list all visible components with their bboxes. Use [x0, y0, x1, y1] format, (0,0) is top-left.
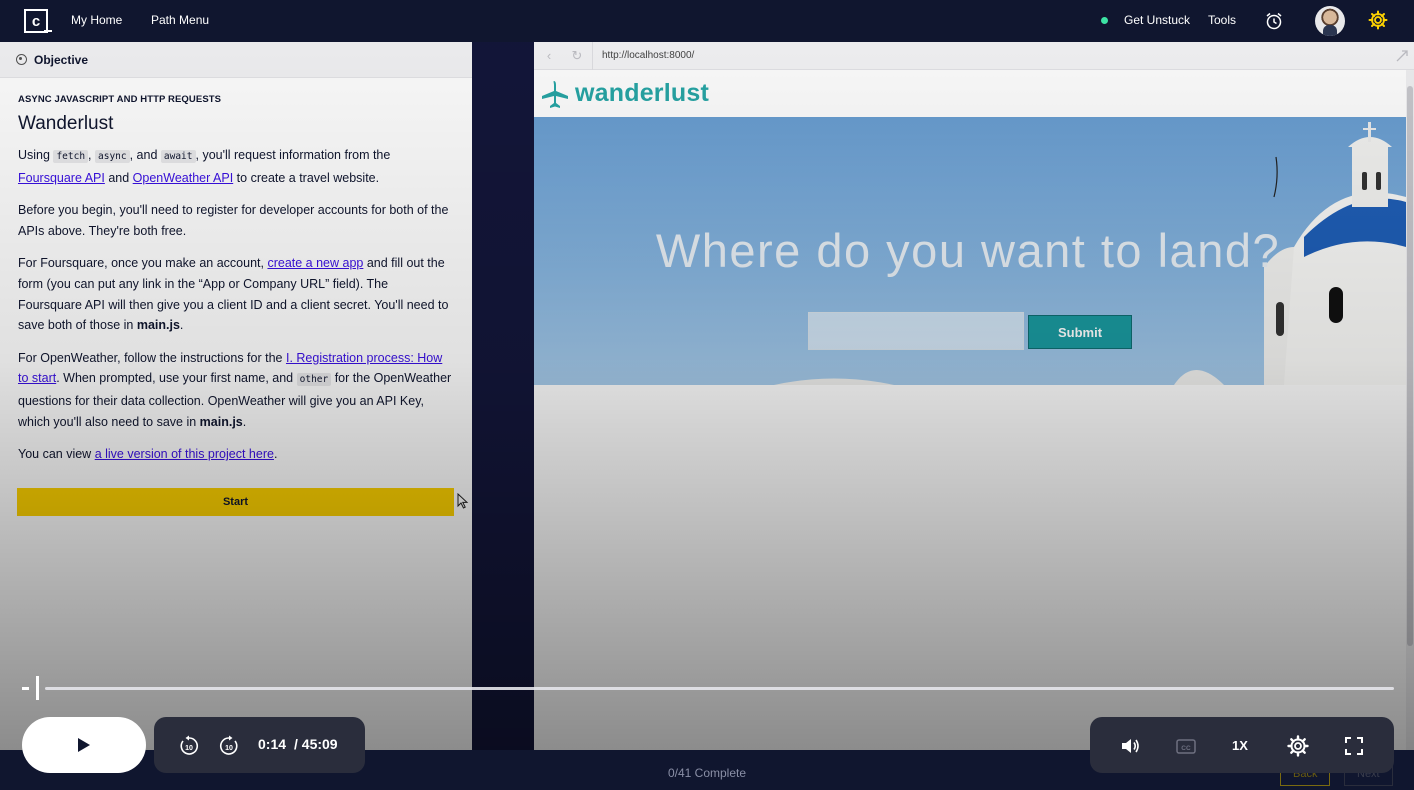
- seek-bar[interactable]: [45, 687, 1394, 690]
- back-arrow-icon[interactable]: ‹: [542, 49, 556, 63]
- mouse-cursor-icon: [457, 493, 469, 509]
- text: . When prompted, use your first name, an…: [56, 371, 297, 386]
- settings-gear-icon[interactable]: [1368, 10, 1388, 30]
- fullscreen-icon: [1345, 737, 1363, 755]
- text: to create a travel website.: [233, 170, 380, 185]
- text: , you'll request information from the: [195, 148, 391, 162]
- player-options: CC 1X: [1090, 717, 1394, 773]
- text: and: [104, 170, 133, 185]
- paragraph-live-version: You can view a live version of this proj…: [18, 444, 454, 465]
- code-fetch: fetch: [53, 150, 89, 163]
- settings-button[interactable]: [1287, 735, 1309, 757]
- nav-get-unstuck[interactable]: Get Unstuck: [1124, 13, 1190, 27]
- user-avatar[interactable]: [1315, 6, 1345, 36]
- text: .: [273, 447, 278, 462]
- nav-tools[interactable]: Tools: [1208, 13, 1236, 27]
- text: Using: [18, 148, 54, 162]
- closed-captions-icon: CC: [1176, 739, 1196, 754]
- alarm-clock-icon[interactable]: [1264, 11, 1284, 31]
- paragraph-openweather: For OpenWeather, follow the instructions…: [18, 348, 454, 432]
- playback-controls: 10 10 0:14 / 45:09: [154, 717, 365, 773]
- play-icon: [78, 738, 90, 752]
- captions-button[interactable]: CC: [1175, 735, 1197, 757]
- text: ,: [88, 148, 95, 162]
- paragraph-register: Before you begin, you'll need to registe…: [18, 203, 449, 238]
- rewind-10-button[interactable]: 10: [178, 735, 200, 757]
- seek-played: [22, 687, 29, 690]
- brand-wordmark: wanderlust: [575, 79, 709, 107]
- objective-content: ASYNC JAVASCRIPT AND HTTP REQUESTS Wande…: [0, 78, 472, 465]
- browser-toolbar: ‹ ↻ http://localhost:8000/: [534, 42, 1414, 70]
- text: You can view: [18, 447, 95, 462]
- browser-scrollbar[interactable]: [1406, 70, 1414, 750]
- code-other: other: [296, 373, 332, 387]
- status-dot-icon: [1101, 17, 1108, 24]
- svg-text:CC: CC: [1181, 745, 1191, 752]
- gear-icon: [1287, 735, 1309, 757]
- total-duration: / 45:09: [294, 736, 338, 752]
- seek-handle[interactable]: [36, 676, 39, 700]
- objective-panel: Objective ASYNC JAVASCRIPT AND HTTP REQU…: [0, 42, 472, 750]
- destination-search-input[interactable]: [808, 312, 1024, 350]
- nav-my-home[interactable]: My Home: [71, 13, 122, 27]
- logo-underscore: [44, 30, 52, 32]
- target-icon: [16, 54, 27, 65]
- rewind-10-icon: 10: [180, 735, 199, 755]
- top-nav: c My Home Path Menu Get Unstuck Tools: [0, 0, 1414, 42]
- submit-button[interactable]: Submit: [1028, 315, 1132, 349]
- text: .: [179, 318, 184, 333]
- hero-title: Where do you want to land?: [655, 224, 1281, 277]
- logo-letter: c: [31, 12, 41, 30]
- current-time: 0:14: [258, 736, 287, 752]
- play-button[interactable]: [22, 717, 146, 773]
- link-live-version[interactable]: a live version of this project here: [95, 447, 274, 461]
- panel-divider[interactable]: [472, 42, 534, 750]
- text: For Foursquare, once you make an account…: [18, 256, 268, 271]
- text: For OpenWeather, follow the instructions…: [18, 350, 286, 365]
- url-bar[interactable]: http://localhost:8000/: [602, 50, 694, 61]
- lesson-title: Wanderlust: [18, 113, 114, 134]
- start-button[interactable]: Start: [17, 488, 454, 516]
- bold-main-js: main.js: [199, 414, 243, 429]
- forward-10-icon: 10: [219, 735, 238, 755]
- expand-icon[interactable]: [1394, 48, 1410, 64]
- lesson-eyebrow: ASYNC JAVASCRIPT AND HTTP REQUESTS: [18, 94, 222, 105]
- objective-header-label: Objective: [34, 52, 89, 67]
- fullscreen-button[interactable]: [1343, 735, 1365, 757]
- refresh-icon[interactable]: ↻: [570, 49, 584, 63]
- volume-button[interactable]: [1119, 735, 1141, 757]
- objective-header: Objective: [0, 42, 472, 78]
- code-async: async: [95, 150, 130, 163]
- scrollbar-thumb[interactable]: [1407, 86, 1413, 646]
- nav-path-menu[interactable]: Path Menu: [151, 13, 209, 27]
- link-foursquare-api[interactable]: Foursquare API: [18, 171, 105, 185]
- link-openweather-api[interactable]: OpenWeather API: [133, 171, 234, 185]
- volume-icon: [1122, 739, 1139, 753]
- url-separator: [592, 42, 593, 70]
- forward-10-button[interactable]: 10: [218, 735, 240, 757]
- airplane-logo-icon: [542, 80, 568, 108]
- paragraph-intro: Using fetch, async, and await, you'll re…: [18, 145, 454, 188]
- browser-preview: ‹ ↻ http://localhost:8000/ wanderlust Wh…: [534, 42, 1414, 750]
- hero-banner: Where do you want to land? Submit: [534, 117, 1406, 385]
- paragraph-foursquare: For Foursquare, once you make an account…: [18, 253, 454, 335]
- link-create-new-app[interactable]: create a new app: [267, 256, 363, 270]
- text: .: [242, 414, 247, 429]
- code-await: await: [160, 150, 196, 163]
- rewind-seconds: 10: [185, 745, 193, 752]
- text: , and: [129, 148, 161, 162]
- wanderlust-header: wanderlust: [534, 70, 1414, 117]
- forward-seconds: 10: [225, 745, 233, 752]
- bold-main-js: main.js: [136, 318, 180, 333]
- playback-speed[interactable]: 1X: [1232, 738, 1248, 753]
